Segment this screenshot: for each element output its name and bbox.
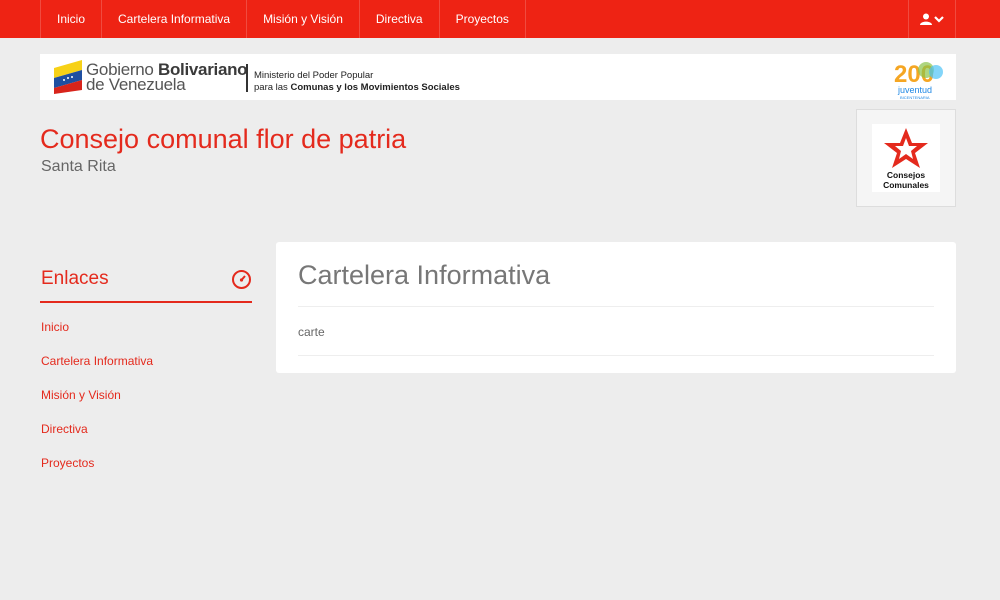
- chevron-down-icon: [934, 16, 944, 23]
- sidebar-item-cartelera[interactable]: Cartelera Informativa: [41, 354, 153, 368]
- user-menu-button[interactable]: [908, 0, 956, 38]
- logo-sub: BICENTENARIA: [900, 95, 930, 100]
- juventud-bicentenaria-logo: 200 juventud BICENTENARIA: [894, 61, 943, 100]
- star-icon: [884, 128, 928, 168]
- user-icon: [920, 13, 932, 25]
- nav-item-inicio[interactable]: Inicio: [41, 0, 103, 38]
- page-title: Consejo comunal flor de patria: [40, 124, 407, 154]
- consejos-comunales-logo-box: Consejos Comunales: [856, 109, 956, 207]
- logo-text: juventud: [897, 85, 932, 95]
- government-banner: Gobierno Bolivariano de Venezuela Minist…: [40, 54, 956, 100]
- nav-item-proyectos[interactable]: Proyectos: [440, 0, 526, 38]
- ministry-line2-bold: Comunas y los Movimientos Sociales: [290, 82, 460, 93]
- content-divider-bottom: [298, 355, 934, 356]
- consejos-comunales-logo: Consejos Comunales: [872, 124, 940, 192]
- nav-item-directiva[interactable]: Directiva: [360, 0, 440, 38]
- gov-line2: de Venezuela: [86, 75, 186, 94]
- ministry-name: Ministerio del Poder Popular para las Co…: [254, 70, 460, 94]
- content-panel: Cartelera Informativa carte: [276, 242, 956, 373]
- content-body: carte: [298, 325, 325, 339]
- content-divider-top: [298, 306, 934, 307]
- cc-line1: Consejos: [886, 170, 926, 180]
- dashboard-icon: [232, 270, 251, 289]
- sidebar-item-mision-vision[interactable]: Misión y Visión: [41, 388, 121, 402]
- government-name: Gobierno Bolivariano de Venezuela: [86, 61, 248, 94]
- sidebar-item-directiva[interactable]: Directiva: [41, 422, 88, 436]
- banner-divider: [246, 64, 248, 92]
- consejos-comunales-text: Consejos Comunales: [872, 170, 940, 190]
- sidebar-item-inicio[interactable]: Inicio: [41, 320, 69, 334]
- sidebar-title: Enlaces: [41, 268, 109, 289]
- nav-item-mision-vision[interactable]: Misión y Visión: [247, 0, 360, 38]
- nav-item-cartelera[interactable]: Cartelera Informativa: [102, 0, 248, 38]
- content-title: Cartelera Informativa: [298, 260, 551, 290]
- ministry-line2-prefix: para las: [254, 82, 288, 93]
- nav-menu: Inicio Cartelera Informativa Misión y Vi…: [40, 0, 526, 38]
- sidebar-item-proyectos[interactable]: Proyectos: [41, 456, 94, 470]
- page-subtitle: Santa Rita: [41, 158, 116, 175]
- venezuela-flag-icon: [54, 60, 82, 94]
- cc-line2: Comunales: [883, 180, 929, 190]
- top-navbar: Inicio Cartelera Informativa Misión y Vi…: [0, 0, 1000, 38]
- ministry-line1: Ministerio del Poder Popular: [254, 70, 374, 81]
- sidebar-title-underline: [40, 301, 252, 303]
